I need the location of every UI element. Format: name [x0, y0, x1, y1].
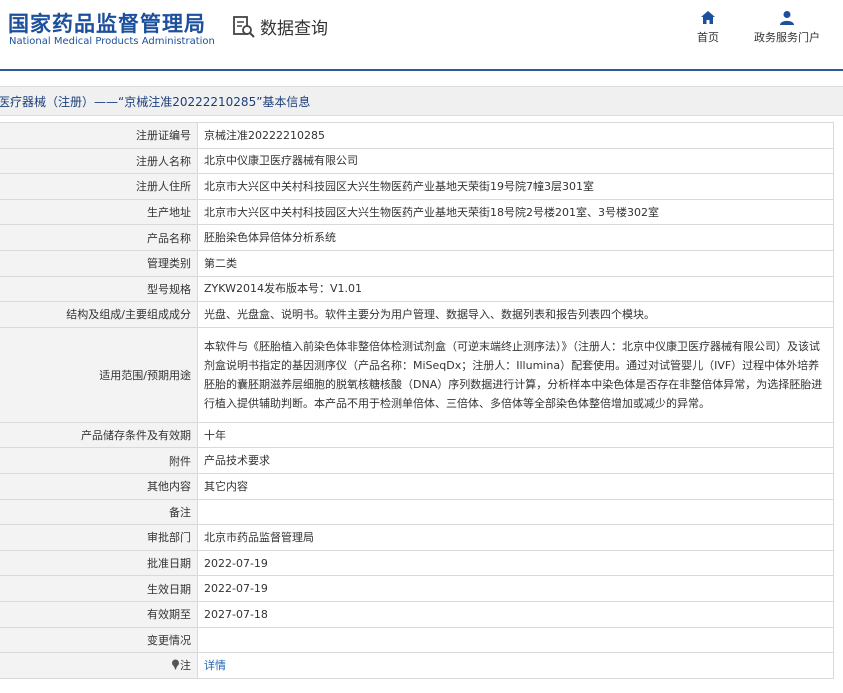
- table-row: 审批部门 北京市药品监督管理局: [0, 524, 834, 551]
- row-label: 适用范围/预期用途: [0, 326, 198, 423]
- note-label: 注: [180, 659, 191, 673]
- nav-service-portal[interactable]: 政务服务门户: [754, 10, 820, 45]
- table-row: 注册人住所 北京市大兴区中关村科技园区大兴生物医药产业基地天荣街19号院7幢3层3…: [0, 173, 834, 200]
- row-value: 光盘、光盘盒、说明书。软件主要分为用户管理、数据导入、数据列表和报告列表四个模块…: [197, 301, 834, 328]
- row-value: 第二类: [197, 249, 834, 277]
- table-row: 生产地址 北京市大兴区中关村科技园区大兴生物医药产业基地天荣街18号院2号楼201…: [0, 198, 834, 226]
- row-label: 管理类别: [0, 249, 198, 277]
- data-query-heading: 数据查询: [232, 14, 328, 39]
- row-value: 胚胎染色体异倍体分析系统: [197, 224, 834, 251]
- logo-english: National Medical Products Administration: [9, 36, 215, 47]
- table-row: 变更情况: [0, 626, 834, 654]
- table-row: 备注: [0, 498, 834, 526]
- row-value: 本软件与《胚胎植入前染色体非整倍体检测试剂盒（可逆末端终止测序法）》（注册人：北…: [197, 326, 834, 423]
- info-pin-icon: [172, 659, 179, 671]
- row-label: 注册人住所: [0, 173, 198, 200]
- row-value: 其它内容: [197, 472, 834, 500]
- data-query-title: 数据查询: [260, 19, 328, 39]
- table-row: 附件 产品技术要求: [0, 447, 834, 474]
- row-label: 产品名称: [0, 224, 198, 251]
- table-row: 适用范围/预期用途 本软件与《胚胎植入前染色体非整倍体检测试剂盒（可逆末端终止测序…: [0, 326, 834, 423]
- table-row: 型号规格 ZYKW2014发布版本号：V1.01: [0, 275, 834, 303]
- row-label: 生产地址: [0, 198, 198, 226]
- row-value: 北京市大兴区中关村科技园区大兴生物医药产业基地天荣街18号院2号楼201室、3号…: [197, 198, 834, 226]
- note-label-cell: 注: [0, 652, 198, 679]
- user-icon: [780, 11, 794, 25]
- row-label: 注册人名称: [0, 147, 198, 175]
- note-row: 注 详情: [0, 652, 834, 679]
- header-divider: [0, 69, 843, 71]
- registration-info-table: 注册证编号 京械注准20222210285 注册人名称 北京中仪康卫医疗器械有限公司…: [0, 122, 834, 679]
- note-value-cell: 详情: [197, 652, 834, 679]
- nav-home-label[interactable]: 首页: [697, 31, 719, 44]
- row-label: 审批部门: [0, 524, 198, 551]
- row-label: 变更情况: [0, 626, 198, 654]
- nav-portal-label[interactable]: 政务服务门户: [754, 31, 820, 44]
- table-row: 管理类别 第二类: [0, 249, 834, 277]
- row-value: 北京市药品监督管理局: [197, 524, 834, 551]
- table-row: 有效期至 2027-07-18: [0, 600, 834, 628]
- row-label: 生效日期: [0, 575, 198, 602]
- row-label: 注册证编号: [0, 122, 198, 149]
- site-header: 国家药品监督管理局 National Medical Products Admi…: [0, 0, 843, 70]
- table-row: 生效日期 2022-07-19: [0, 575, 834, 602]
- table-row: 其他内容 其它内容: [0, 472, 834, 500]
- row-label: 批准日期: [0, 549, 198, 577]
- row-value: 北京市大兴区中关村科技园区大兴生物医药产业基地天荣街19号院7幢3层301室: [197, 173, 834, 200]
- record-title-bar: 医疗器械（注册）——“京械注准20222210285”基本信息: [0, 86, 843, 116]
- row-value: 2022-07-19: [197, 575, 834, 602]
- row-label: 其他内容: [0, 472, 198, 500]
- row-value: 十年: [197, 421, 834, 449]
- nav-home[interactable]: 首页: [697, 10, 719, 45]
- row-label: 产品储存条件及有效期: [0, 421, 198, 449]
- row-value: 京械注准20222210285: [197, 122, 834, 149]
- row-value: [197, 626, 834, 654]
- row-label: 型号规格: [0, 275, 198, 303]
- record-title: 医疗器械（注册）——“京械注准20222210285”基本信息: [0, 95, 311, 109]
- table-row: 产品名称 胚胎染色体异倍体分析系统: [0, 224, 834, 251]
- search-document-icon: [233, 15, 255, 38]
- table-row: 注册证编号 京械注准20222210285: [0, 122, 834, 149]
- row-value: 产品技术要求: [197, 447, 834, 474]
- table-row: 产品储存条件及有效期 十年: [0, 421, 834, 449]
- row-label: 附件: [0, 447, 198, 474]
- details-link[interactable]: 详情: [204, 659, 226, 672]
- table-row: 批准日期 2022-07-19: [0, 549, 834, 577]
- row-value: ZYKW2014发布版本号：V1.01: [197, 275, 834, 303]
- logo-chinese[interactable]: 国家药品监督管理局: [8, 8, 206, 38]
- row-value: 2022-07-19: [197, 549, 834, 577]
- table-row: 结构及组成/主要组成成分 光盘、光盘盒、说明书。软件主要分为用户管理、数据导入、数…: [0, 301, 834, 328]
- home-icon: [701, 11, 715, 24]
- row-value: 北京中仪康卫医疗器械有限公司: [197, 147, 834, 175]
- row-value: 2027-07-18: [197, 600, 834, 628]
- row-label: 有效期至: [0, 600, 198, 628]
- table-row: 注册人名称 北京中仪康卫医疗器械有限公司: [0, 147, 834, 175]
- row-label: 备注: [0, 498, 198, 526]
- row-label: 结构及组成/主要组成成分: [0, 301, 198, 328]
- row-value: [197, 498, 834, 526]
